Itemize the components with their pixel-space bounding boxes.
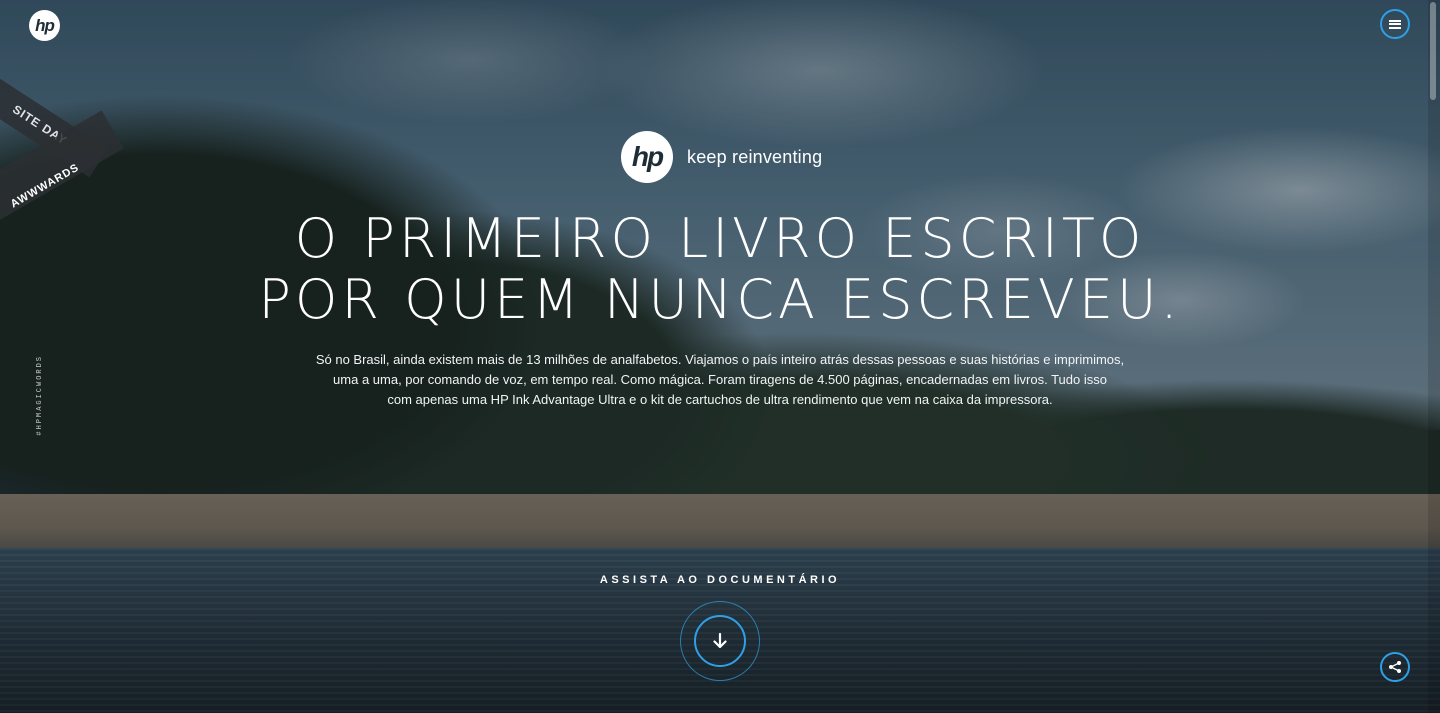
menu-button[interactable] xyxy=(1380,9,1410,39)
brand-lockup: hp keep reinventing xyxy=(621,131,822,183)
scroll-down-button[interactable] xyxy=(694,615,746,667)
hp-logo-small[interactable]: hp xyxy=(29,10,60,41)
body-line-1: Só no Brasil, ainda existem mais de 13 m… xyxy=(315,352,1125,367)
hamburger-icon xyxy=(1389,19,1401,29)
body-line-3: com apenas uma HP Ink Advantage Ultra e … xyxy=(387,392,1053,407)
headline-line-2: POR QUEM NUNCA ESCREVEU. xyxy=(258,268,1182,331)
share-button[interactable] xyxy=(1380,652,1410,682)
headline-line-1: O PRIMEIRO LIVRO ESCRITO xyxy=(294,207,1146,270)
body-line-2: uma a uma, por comando de voz, em tempo … xyxy=(333,372,1107,387)
scrollbar[interactable] xyxy=(1428,0,1440,713)
logo-text: hp xyxy=(35,15,55,35)
hashtag-label: #HPMAGICWORDS xyxy=(36,355,44,436)
scrollbar-thumb[interactable] xyxy=(1430,2,1436,100)
headline: O PRIMEIRO LIVRO ESCRITO POR QUEM NUNCA … xyxy=(0,208,1440,330)
hp-logo: hp xyxy=(621,131,673,183)
arrow-down-icon xyxy=(713,632,727,649)
intro-paragraph: Só no Brasil, ainda existem mais de 13 m… xyxy=(262,350,1178,410)
tagline: keep reinventing xyxy=(687,146,823,167)
share-icon xyxy=(1389,661,1401,673)
watch-documentary-link[interactable]: ASSISTA AO DOCUMENTÁRIO xyxy=(0,574,1440,586)
